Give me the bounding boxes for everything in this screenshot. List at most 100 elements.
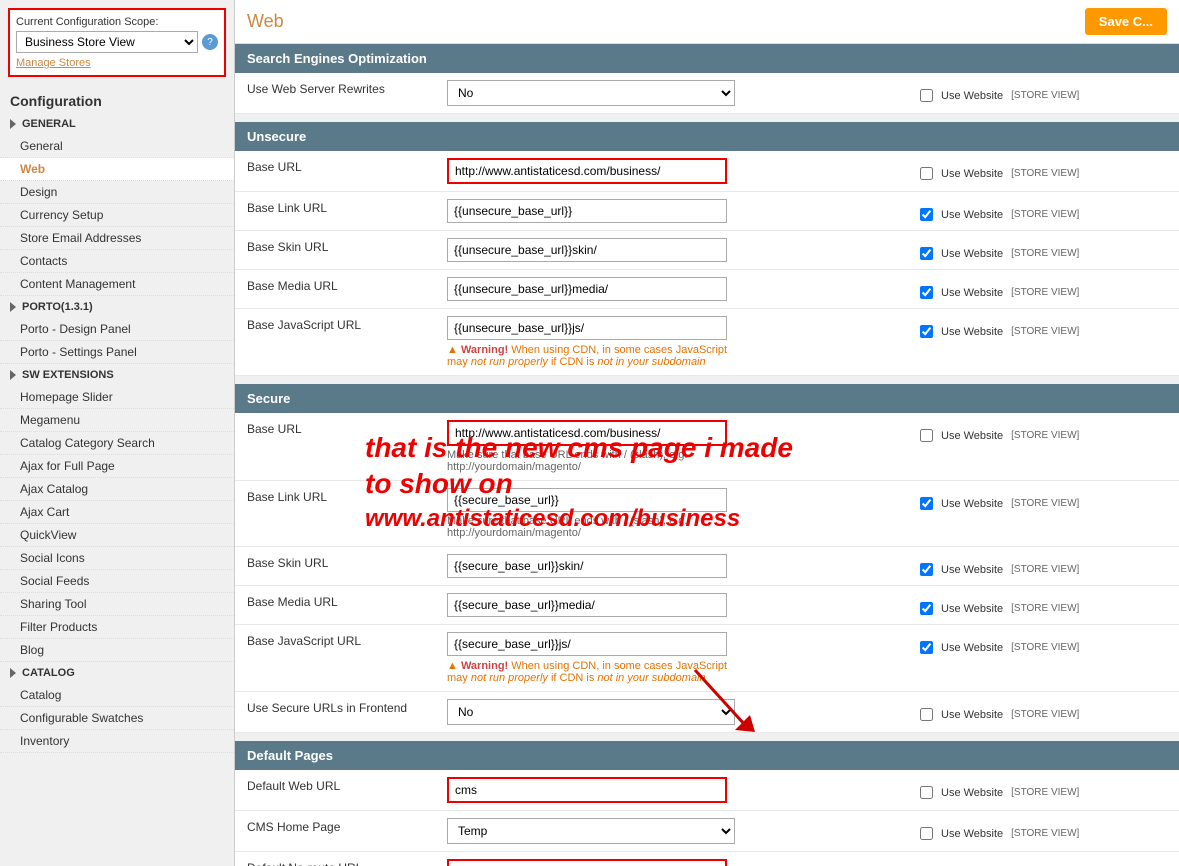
default-noroute-input[interactable]: [447, 859, 727, 866]
cms-home-page-row: CMS Home Page Temp Use Website [STORE VI…: [235, 811, 1179, 852]
scope-label: Current Configuration Scope:: [16, 16, 218, 28]
sidebar-item-currency[interactable]: Currency Setup: [0, 204, 234, 227]
arrow-icon: [10, 370, 16, 380]
sidebar: Current Configuration Scope: Business St…: [0, 0, 235, 866]
sidebar-item-blog[interactable]: Blog: [0, 639, 234, 662]
sidebar-item-social-feeds[interactable]: Social Feeds: [0, 570, 234, 593]
unsecure-base-url-row: Base URL Use Website [STORE VIEW]: [235, 151, 1179, 192]
sidebar-item-social-icons[interactable]: Social Icons: [0, 547, 234, 570]
sidebar-item-general[interactable]: General: [0, 135, 234, 158]
unsecure-base-js-checkbox[interactable]: [920, 325, 933, 338]
section-header-sw[interactable]: SW EXTENSIONS: [0, 364, 234, 386]
help-icon[interactable]: ?: [202, 34, 218, 50]
sidebar-item-homepage-slider[interactable]: Homepage Slider: [0, 386, 234, 409]
secure-base-link-row: Base Link URL Make sure that base URL en…: [235, 481, 1179, 547]
manage-stores-link[interactable]: Manage Stores: [16, 57, 218, 69]
secure-js-warning: ▲ Warning! When using CDN, in some cases…: [447, 660, 896, 684]
secure-base-js-input[interactable]: [447, 632, 727, 656]
default-noroute-row: Default No-route URL Use Website [STORE …: [235, 852, 1179, 866]
unsecure-base-media-input[interactable]: [447, 277, 727, 301]
page-title: Web: [247, 11, 284, 32]
secure-base-url-hint: Make sure that base URL ends with / (sla…: [447, 449, 896, 473]
secure-base-url-input[interactable]: [447, 420, 727, 446]
seo-rewrites-checkbox[interactable]: [920, 89, 933, 102]
sidebar-item-catalog[interactable]: Catalog: [0, 684, 234, 707]
arrow-icon: [10, 119, 16, 129]
sidebar-item-ajax-full[interactable]: Ajax for Full Page: [0, 455, 234, 478]
unsecure-section-header: Unsecure: [235, 122, 1179, 151]
secure-base-link-hint: Make sure that base URL ends with / (sla…: [447, 515, 896, 539]
secure-use-secure-select[interactable]: No: [447, 699, 735, 725]
cms-home-page-select[interactable]: Temp: [447, 818, 735, 844]
sidebar-item-design[interactable]: Design: [0, 181, 234, 204]
top-bar: Web Save C...: [235, 0, 1179, 44]
sidebar-item-megamenu[interactable]: Megamenu: [0, 409, 234, 432]
unsecure-base-link-row: Base Link URL Use Website [STORE VIEW]: [235, 192, 1179, 231]
unsecure-base-url-checkbox[interactable]: [920, 167, 933, 180]
sidebar-item-porto-design[interactable]: Porto - Design Panel: [0, 318, 234, 341]
section-name-catalog: CATALOG: [22, 667, 75, 679]
secure-section-header: Secure: [235, 384, 1179, 413]
secure-base-media-checkbox[interactable]: [920, 602, 933, 615]
seo-rewrites-label: Use Web Server Rewrites: [235, 73, 435, 114]
secure-use-secure-checkbox[interactable]: [920, 708, 933, 721]
sidebar-item-sharing-tool[interactable]: Sharing Tool: [0, 593, 234, 616]
secure-base-skin-input[interactable]: [447, 554, 727, 578]
sidebar-item-quickview[interactable]: QuickView: [0, 524, 234, 547]
main-content: Web Save C... Search Engines Optimizatio…: [235, 0, 1179, 866]
save-button[interactable]: Save C...: [1085, 8, 1167, 35]
unsecure-base-media-checkbox[interactable]: [920, 286, 933, 299]
sidebar-config-title: Configuration: [0, 85, 234, 113]
unsecure-base-skin-input[interactable]: [447, 238, 727, 262]
secure-use-secure-row: Use Secure URLs in Frontend No Use Websi…: [235, 692, 1179, 733]
default-pages-section-header: Default Pages: [235, 741, 1179, 770]
unsecure-base-js-row: Base JavaScript URL ▲ Warning! When usin…: [235, 309, 1179, 376]
sidebar-item-contacts[interactable]: Contacts: [0, 250, 234, 273]
secure-base-skin-checkbox[interactable]: [920, 563, 933, 576]
secure-base-skin-row: Base Skin URL Use Website [STORE VIEW]: [235, 547, 1179, 586]
secure-base-media-input[interactable]: [447, 593, 727, 617]
section-header-porto[interactable]: PORTO(1.3.1): [0, 296, 234, 318]
seo-table: Use Web Server Rewrites No Use Website […: [235, 73, 1179, 114]
arrow-icon: [10, 302, 16, 312]
secure-base-url-row: Base URL Make sure that base URL ends wi…: [235, 413, 1179, 481]
sidebar-item-content[interactable]: Content Management: [0, 273, 234, 296]
unsecure-js-warning: ▲ Warning! When using CDN, in some cases…: [447, 344, 896, 368]
section-header-general[interactable]: GENERAL: [0, 113, 234, 135]
seo-rewrites-select[interactable]: No: [447, 80, 735, 106]
unsecure-table: Base URL Use Website [STORE VIEW] Base L…: [235, 151, 1179, 376]
default-web-url-checkbox[interactable]: [920, 786, 933, 799]
unsecure-base-skin-checkbox[interactable]: [920, 247, 933, 260]
unsecure-base-media-row: Base Media URL Use Website [STORE VIEW]: [235, 270, 1179, 309]
sidebar-item-inventory[interactable]: Inventory: [0, 730, 234, 753]
seo-section-header: Search Engines Optimization: [235, 44, 1179, 73]
sidebar-item-filter-products[interactable]: Filter Products: [0, 616, 234, 639]
arrow-icon: [10, 668, 16, 678]
sidebar-item-configurable-swatches[interactable]: Configurable Swatches: [0, 707, 234, 730]
secure-base-link-checkbox[interactable]: [920, 497, 933, 510]
seo-row-rewrites: Use Web Server Rewrites No Use Website […: [235, 73, 1179, 114]
sidebar-item-ajax-cart[interactable]: Ajax Cart: [0, 501, 234, 524]
section-header-catalog[interactable]: CATALOG: [0, 662, 234, 684]
unsecure-base-link-checkbox[interactable]: [920, 208, 933, 221]
cms-home-page-checkbox[interactable]: [920, 827, 933, 840]
scope-box: Current Configuration Scope: Business St…: [8, 8, 226, 77]
secure-base-link-input[interactable]: [447, 488, 727, 512]
unsecure-base-link-input[interactable]: [447, 199, 727, 223]
sidebar-item-ajax-catalog[interactable]: Ajax Catalog: [0, 478, 234, 501]
secure-base-js-checkbox[interactable]: [920, 641, 933, 654]
unsecure-base-url-input[interactable]: [447, 158, 727, 184]
secure-base-media-row: Base Media URL Use Website [STORE VIEW]: [235, 586, 1179, 625]
sidebar-item-web[interactable]: Web: [0, 158, 234, 181]
secure-base-url-checkbox[interactable]: [920, 429, 933, 442]
sidebar-item-catalog-category-search[interactable]: Catalog Category Search: [0, 432, 234, 455]
sidebar-item-store-email[interactable]: Store Email Addresses: [0, 227, 234, 250]
secure-base-js-row: Base JavaScript URL ▲ Warning! When usin…: [235, 625, 1179, 692]
default-web-url-input[interactable]: [447, 777, 727, 803]
scope-select[interactable]: Business Store View: [16, 31, 198, 53]
seo-rewrites-input: No: [435, 73, 908, 114]
default-web-url-row: Default Web URL Use Website [STORE VIEW]: [235, 770, 1179, 811]
sidebar-item-porto-settings[interactable]: Porto - Settings Panel: [0, 341, 234, 364]
unsecure-base-js-input[interactable]: [447, 316, 727, 340]
default-pages-table: Default Web URL Use Website [STORE VIEW]…: [235, 770, 1179, 866]
